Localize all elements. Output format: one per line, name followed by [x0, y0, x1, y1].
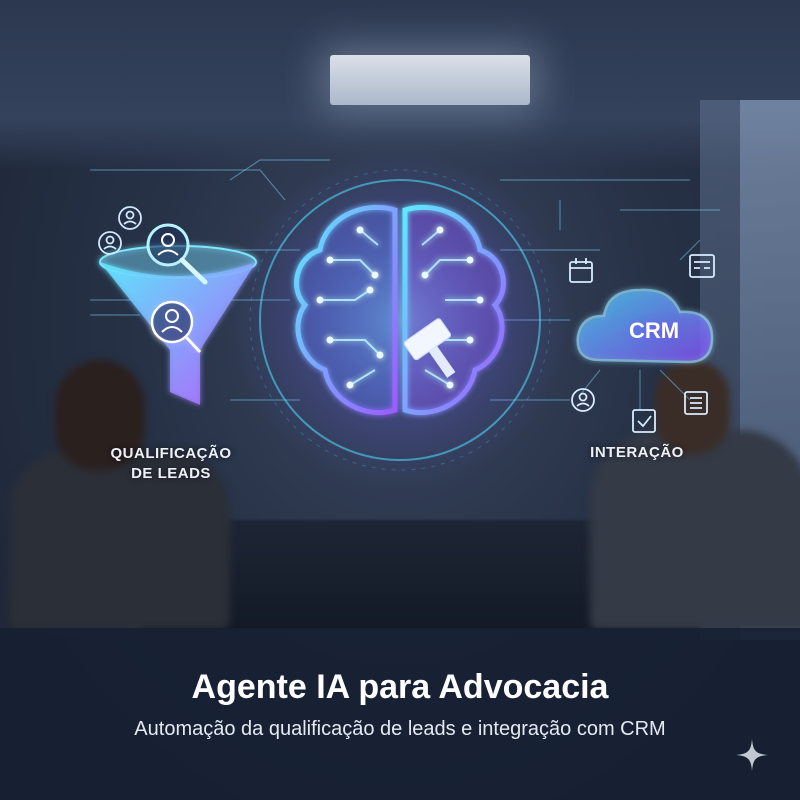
list-icon	[684, 391, 708, 415]
crm-label: CRM	[628, 318, 680, 343]
sparkle-icon	[736, 739, 768, 771]
user-icon	[571, 388, 595, 412]
leads-qualification-label: QUALIFICAÇÃO DE LEADS	[96, 444, 246, 484]
dashboard-icon	[689, 254, 715, 278]
interaction-label: INTERAÇÃO	[590, 444, 684, 461]
label-line-2: DE LEADS	[131, 465, 211, 482]
page-title: Agente IA para Advocacia	[191, 668, 609, 706]
page-subtitle: Automação da qualificação de leads e int…	[134, 718, 666, 740]
user-icon	[98, 206, 142, 255]
calendar-icon	[569, 258, 593, 283]
brain-halo	[230, 150, 570, 490]
checklist-icon	[632, 409, 656, 433]
label-line-1: QUALIFICAÇÃO	[110, 445, 232, 462]
caption-banner	[0, 628, 800, 800]
scene: CRM QUALIFICAÇÃO DE LEADS INTERAÇÃO Agen…	[0, 0, 800, 800]
